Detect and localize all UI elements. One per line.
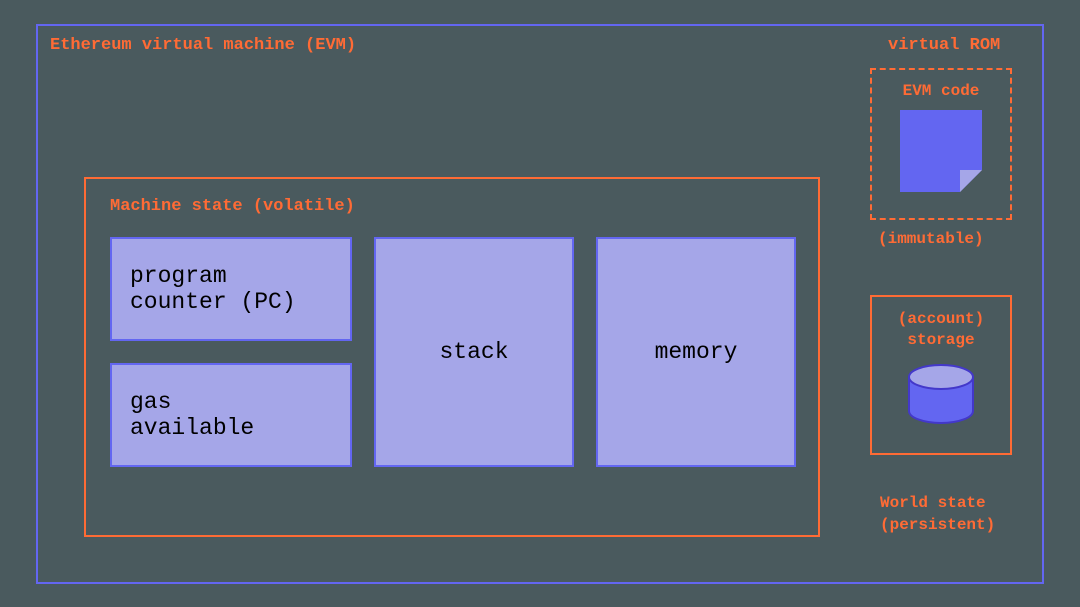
evm-title: Ethereum virtual machine (EVM) <box>50 36 356 55</box>
gas-available-box: gas available <box>110 363 352 467</box>
immutable-label: (immutable) <box>878 230 984 248</box>
world-state-label: World state (persistent) <box>880 492 995 537</box>
machine-state-title: Machine state (volatile) <box>110 197 355 216</box>
virtual-rom-label: virtual ROM <box>888 36 1000 55</box>
evm-code-box: EVM code <box>870 68 1012 220</box>
stack-label: stack <box>439 339 508 365</box>
memory-label: memory <box>655 339 738 365</box>
account-storage-label: (account) storage <box>898 309 984 351</box>
program-counter-label: program counter (PC) <box>130 263 296 315</box>
gas-available-label: gas available <box>130 389 254 441</box>
evm-code-label: EVM code <box>903 82 980 100</box>
stack-box: stack <box>374 237 574 467</box>
document-page-icon <box>900 110 982 192</box>
memory-box: memory <box>596 237 796 467</box>
account-storage-box: (account) storage <box>870 295 1012 455</box>
program-counter-box: program counter (PC) <box>110 237 352 341</box>
database-cylinder-icon <box>905 363 977 425</box>
